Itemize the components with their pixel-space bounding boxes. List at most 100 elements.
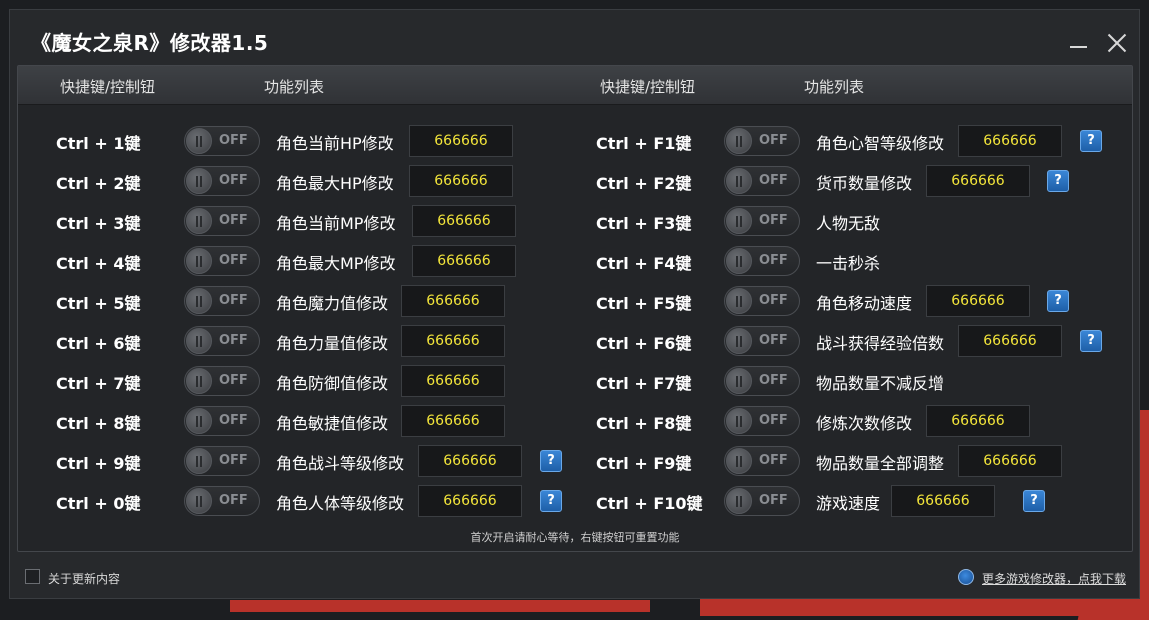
- value-input[interactable]: 666666: [401, 325, 505, 357]
- minimize-button[interactable]: [1068, 32, 1090, 54]
- value-input[interactable]: 666666: [401, 285, 505, 317]
- toggle-switch[interactable]: OFF: [184, 206, 260, 236]
- more-trainers-link[interactable]: 更多游戏修改器，点我下载: [982, 570, 1126, 587]
- toggle-state: OFF: [759, 213, 788, 228]
- hotkey-label: Ctrl + 2键: [56, 174, 141, 193]
- toggle-state: OFF: [219, 253, 248, 268]
- toggle-switch[interactable]: OFF: [724, 286, 800, 316]
- hotkey-label: Ctrl + 0键: [56, 494, 141, 513]
- toggle-switch[interactable]: OFF: [184, 406, 260, 436]
- function-label: 一击秒杀: [816, 254, 881, 273]
- hotkey-row-right: Ctrl + F9键 OFF 物品数量全部调整 666666: [596, 445, 1116, 477]
- toggle-switch[interactable]: OFF: [724, 126, 800, 156]
- toggle-switch[interactable]: OFF: [184, 166, 260, 196]
- value-input[interactable]: 666666: [412, 245, 516, 277]
- value-input[interactable]: 666666: [409, 165, 513, 197]
- toggle-switch[interactable]: OFF: [724, 326, 800, 356]
- hotkey-label: Ctrl + F6键: [596, 334, 692, 353]
- toggle-switch[interactable]: OFF: [724, 246, 800, 276]
- toggle-knob-icon: [186, 168, 212, 194]
- value-input[interactable]: 666666: [418, 485, 522, 517]
- hotkey-label: Ctrl + 5键: [56, 294, 141, 313]
- hotkey-row-left: Ctrl + 1键 OFF 角色当前HP修改 666666: [56, 125, 576, 157]
- globe-icon: [958, 569, 974, 585]
- toggle-knob-icon: [186, 248, 212, 274]
- value-input[interactable]: 666666: [409, 125, 513, 157]
- header-hotkey-left: 快捷键/控制钮: [60, 78, 156, 96]
- toggle-switch[interactable]: OFF: [724, 206, 800, 236]
- update-checkbox[interactable]: [25, 569, 40, 584]
- value-input[interactable]: 666666: [926, 165, 1030, 197]
- function-label: 货币数量修改: [816, 174, 913, 193]
- hotkey-label: Ctrl + 4键: [56, 254, 141, 273]
- toggle-state: OFF: [219, 173, 248, 188]
- value-input[interactable]: 666666: [891, 485, 995, 517]
- hotkey-label: Ctrl + F10键: [596, 494, 703, 513]
- background-red-shape: [230, 600, 650, 612]
- toggle-state: OFF: [759, 173, 788, 188]
- hotkey-row-left: Ctrl + 0键 OFF 角色人体等级修改 666666?: [56, 485, 576, 517]
- hotkey-row-left: Ctrl + 6键 OFF 角色力量值修改 666666: [56, 325, 576, 357]
- hotkey-row-right: Ctrl + F1键 OFF 角色心智等级修改 666666?: [596, 125, 1116, 157]
- help-icon[interactable]: ?: [1080, 130, 1102, 152]
- value-input[interactable]: 666666: [958, 325, 1062, 357]
- value-input[interactable]: 666666: [401, 365, 505, 397]
- toggle-switch[interactable]: OFF: [724, 366, 800, 396]
- hotkey-row-left: Ctrl + 3键 OFF 角色当前MP修改 666666: [56, 205, 576, 237]
- hotkey-row-right: Ctrl + F6键 OFF 战斗获得经验倍数 666666?: [596, 325, 1116, 357]
- toggle-switch[interactable]: OFF: [724, 486, 800, 516]
- close-button[interactable]: [1106, 32, 1128, 54]
- toggle-state: OFF: [759, 413, 788, 428]
- toggle-switch[interactable]: OFF: [184, 126, 260, 156]
- toggle-switch[interactable]: OFF: [184, 286, 260, 316]
- column-header: 快捷键/控制钮 功能列表 快捷键/控制钮 功能列表: [18, 66, 1132, 105]
- help-icon[interactable]: ?: [1023, 490, 1045, 512]
- function-label: 角色移动速度: [816, 294, 913, 313]
- value-input[interactable]: 666666: [958, 445, 1062, 477]
- toggle-switch[interactable]: OFF: [724, 446, 800, 476]
- function-label: 角色魔力值修改: [276, 294, 389, 313]
- toggle-knob-icon: [726, 328, 752, 354]
- toggle-switch[interactable]: OFF: [184, 366, 260, 396]
- function-label: 角色当前HP修改: [276, 134, 394, 153]
- toggle-switch[interactable]: OFF: [724, 166, 800, 196]
- help-icon[interactable]: ?: [540, 490, 562, 512]
- function-label: 游戏速度: [816, 494, 881, 513]
- value-input[interactable]: 666666: [926, 285, 1030, 317]
- background-red-shape: [700, 596, 1149, 616]
- hotkey-row-right: Ctrl + F3键 OFF 人物无敌: [596, 205, 1116, 237]
- toggle-state: OFF: [219, 333, 248, 348]
- hotkey-label: Ctrl + 3键: [56, 214, 141, 233]
- help-icon[interactable]: ?: [540, 450, 562, 472]
- help-icon[interactable]: ?: [1047, 170, 1069, 192]
- hotkey-row-left: Ctrl + 7键 OFF 角色防御值修改 666666: [56, 365, 576, 397]
- help-icon[interactable]: ?: [1080, 330, 1102, 352]
- value-input[interactable]: 666666: [412, 205, 516, 237]
- value-input[interactable]: 666666: [926, 405, 1030, 437]
- toggle-switch[interactable]: OFF: [184, 246, 260, 276]
- hint-text: 首次开启请耐心等待，右键按钮可重置功能: [470, 531, 680, 544]
- value-input[interactable]: 666666: [958, 125, 1062, 157]
- toggle-switch[interactable]: OFF: [184, 446, 260, 476]
- hotkey-row-right: Ctrl + F4键 OFF 一击秒杀: [596, 245, 1116, 277]
- value-input[interactable]: 666666: [418, 445, 522, 477]
- toggle-state: OFF: [219, 213, 248, 228]
- toggle-state: OFF: [759, 373, 788, 388]
- toggle-knob-icon: [726, 288, 752, 314]
- function-label: 角色最大MP修改: [276, 254, 396, 273]
- value-input[interactable]: 666666: [401, 405, 505, 437]
- function-label: 战斗获得经验倍数: [816, 334, 945, 353]
- hotkey-label: Ctrl + 6键: [56, 334, 141, 353]
- toggle-knob-icon: [726, 408, 752, 434]
- toggle-knob-icon: [726, 208, 752, 234]
- toggle-switch[interactable]: OFF: [184, 326, 260, 356]
- help-icon[interactable]: ?: [1047, 290, 1069, 312]
- toggle-knob-icon: [186, 488, 212, 514]
- toggle-state: OFF: [219, 133, 248, 148]
- toggle-switch[interactable]: OFF: [724, 406, 800, 436]
- toggle-switch[interactable]: OFF: [184, 486, 260, 516]
- hotkey-label: Ctrl + 8键: [56, 414, 141, 433]
- toggle-knob-icon: [726, 368, 752, 394]
- toggle-knob-icon: [726, 488, 752, 514]
- hotkey-label: Ctrl + F3键: [596, 214, 692, 233]
